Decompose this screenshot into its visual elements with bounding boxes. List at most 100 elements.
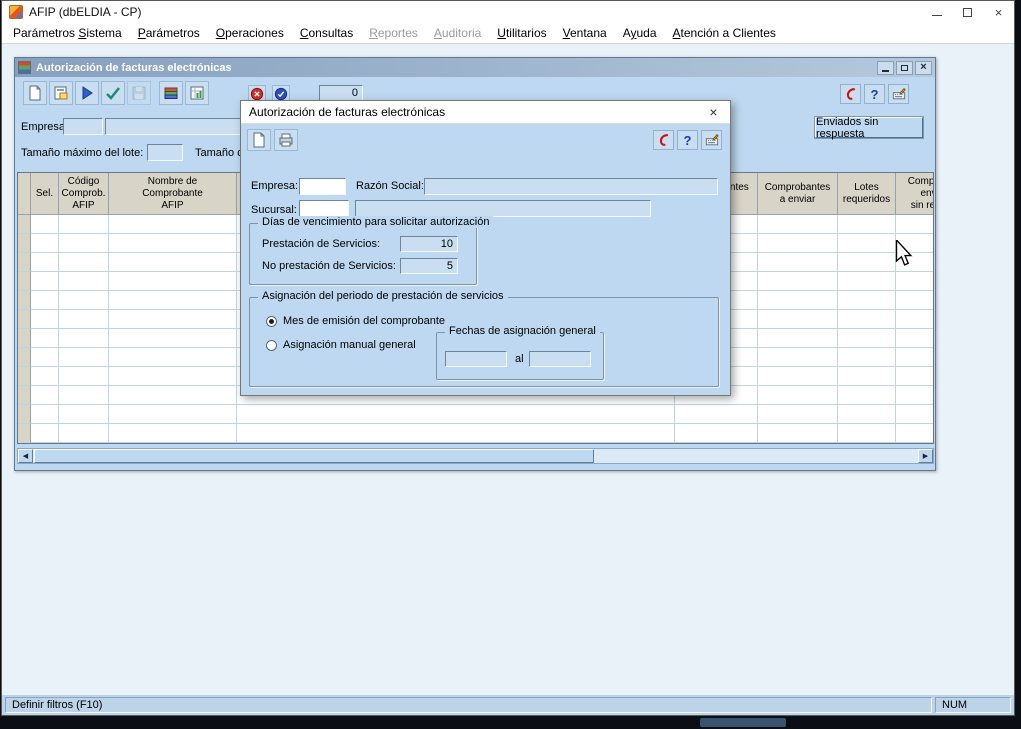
grid-cell[interactable] (31, 310, 59, 329)
menu-item-atencion-a-clientes[interactable]: Atención a Clientes (665, 24, 784, 42)
grid-header-cell[interactable]: Comprobantes enviados sin respuesta (896, 173, 934, 215)
sucursal-input[interactable] (299, 200, 349, 217)
grid-cell[interactable] (838, 272, 896, 291)
grid-header-cell[interactable]: Código Comprob. AFIP (59, 173, 109, 215)
menu-item-parametros[interactable]: Parámetros (130, 24, 208, 42)
grid-cell[interactable] (758, 272, 838, 291)
grid-cell[interactable] (758, 329, 838, 348)
grid-header-cell[interactable]: Comprobantes a enviar (758, 173, 838, 215)
scroll-thumb[interactable] (34, 449, 594, 463)
grid-cell[interactable] (59, 234, 109, 253)
grid-cell[interactable] (59, 348, 109, 367)
grid-cell[interactable] (31, 253, 59, 272)
grid-cell[interactable] (758, 215, 838, 234)
grid-cell[interactable] (59, 386, 109, 405)
grid-cell[interactable] (758, 234, 838, 253)
grid-cell[interactable] (896, 215, 934, 234)
grid-cell[interactable] (109, 272, 237, 291)
support-button[interactable] (840, 84, 861, 104)
grid-cell[interactable] (31, 291, 59, 310)
grid-cell[interactable] (838, 234, 896, 253)
child-titlebar[interactable]: Autorización de facturas electrónicas × (15, 58, 935, 77)
grid-cell[interactable] (31, 329, 59, 348)
grid-cell[interactable] (838, 310, 896, 329)
properties-button[interactable] (49, 81, 73, 105)
grid-cell[interactable] (18, 386, 31, 405)
grid-cell[interactable] (59, 405, 109, 424)
grid-cell[interactable] (109, 215, 237, 234)
grid-cell[interactable] (896, 348, 934, 367)
grid-cell[interactable] (59, 253, 109, 272)
child-restore-button[interactable] (896, 61, 913, 75)
scroll-right-button[interactable]: ▶ (918, 449, 933, 463)
grid-cell[interactable] (18, 367, 31, 386)
menu-item-operaciones[interactable]: Operaciones (208, 24, 292, 42)
child-close-button[interactable]: × (915, 61, 932, 75)
grid-cell[interactable] (59, 424, 109, 443)
shortcut-help-button[interactable] (701, 130, 722, 150)
window-titlebar[interactable]: AFIP (dbELDIA - CP) × (2, 1, 1014, 23)
help-button[interactable]: ? (677, 130, 698, 150)
grid-row[interactable] (18, 424, 933, 443)
grid-horizontal-scrollbar[interactable]: ◀ ▶ (17, 448, 934, 464)
grid-cell[interactable] (109, 367, 237, 386)
grid-cell[interactable] (896, 291, 934, 310)
grid-cell[interactable] (838, 291, 896, 310)
grid-cell[interactable] (18, 234, 31, 253)
grid-cell[interactable] (109, 253, 237, 272)
grid-cell[interactable] (18, 272, 31, 291)
grid-cell[interactable] (109, 348, 237, 367)
grid-cell[interactable] (18, 215, 31, 234)
shortcut-help-button[interactable] (888, 84, 909, 104)
grid-row[interactable] (18, 405, 933, 424)
grid-cell[interactable] (31, 272, 59, 291)
dialog-close-button[interactable]: × (697, 101, 730, 124)
grid-cell[interactable] (675, 424, 758, 443)
dialog-titlebar[interactable]: Autorización de facturas electrónicas × (241, 101, 730, 124)
grid-cell[interactable] (31, 215, 59, 234)
radio-asignacion-manual[interactable]: Asignación manual general (266, 339, 416, 351)
grid-cell[interactable] (18, 291, 31, 310)
confirm-button[interactable] (101, 81, 125, 105)
grid-cell[interactable] (758, 405, 838, 424)
grid-cell[interactable] (18, 405, 31, 424)
dialog-new-button[interactable] (247, 129, 271, 151)
grid-cell[interactable] (758, 348, 838, 367)
grid-cell[interactable] (838, 386, 896, 405)
grid-cell[interactable] (59, 291, 109, 310)
grid-cell[interactable] (838, 367, 896, 386)
grid-cell[interactable] (18, 310, 31, 329)
grid-cell[interactable] (758, 386, 838, 405)
grid-cell[interactable] (237, 424, 675, 443)
grid-header-cell[interactable] (18, 173, 31, 215)
grid-cell[interactable] (109, 329, 237, 348)
grid-cell[interactable] (838, 405, 896, 424)
new-record-button[interactable] (23, 81, 47, 105)
grid-cell[interactable] (31, 424, 59, 443)
grid-cell[interactable] (896, 386, 934, 405)
scroll-left-button[interactable]: ◀ (18, 449, 33, 463)
dialog-print-button[interactable] (274, 129, 298, 151)
child-minimize-button[interactable] (877, 61, 894, 75)
grid-cell[interactable] (18, 253, 31, 272)
grid-cell[interactable] (18, 348, 31, 367)
grid-cell[interactable] (59, 272, 109, 291)
grid-cell[interactable] (838, 348, 896, 367)
grid-cell[interactable] (838, 215, 896, 234)
grid-cell[interactable] (59, 329, 109, 348)
grid-cell[interactable] (758, 367, 838, 386)
grid-header-cell[interactable]: Nombre de Comprobante AFIP (109, 173, 237, 215)
grid-cell[interactable] (59, 310, 109, 329)
grid-cell[interactable] (31, 234, 59, 253)
grid-cell[interactable] (896, 310, 934, 329)
menu-item-ventana[interactable]: Ventana (555, 24, 615, 42)
grid-report-button[interactable] (185, 81, 209, 105)
maximize-button[interactable] (952, 1, 983, 23)
menu-item-consultas[interactable]: Consultas (292, 24, 361, 42)
grid-cell[interactable] (18, 329, 31, 348)
grid-cell[interactable] (59, 215, 109, 234)
support-button[interactable] (653, 130, 674, 150)
grid-cell[interactable] (838, 329, 896, 348)
grid-cell[interactable] (896, 405, 934, 424)
grid-cell[interactable] (758, 424, 838, 443)
